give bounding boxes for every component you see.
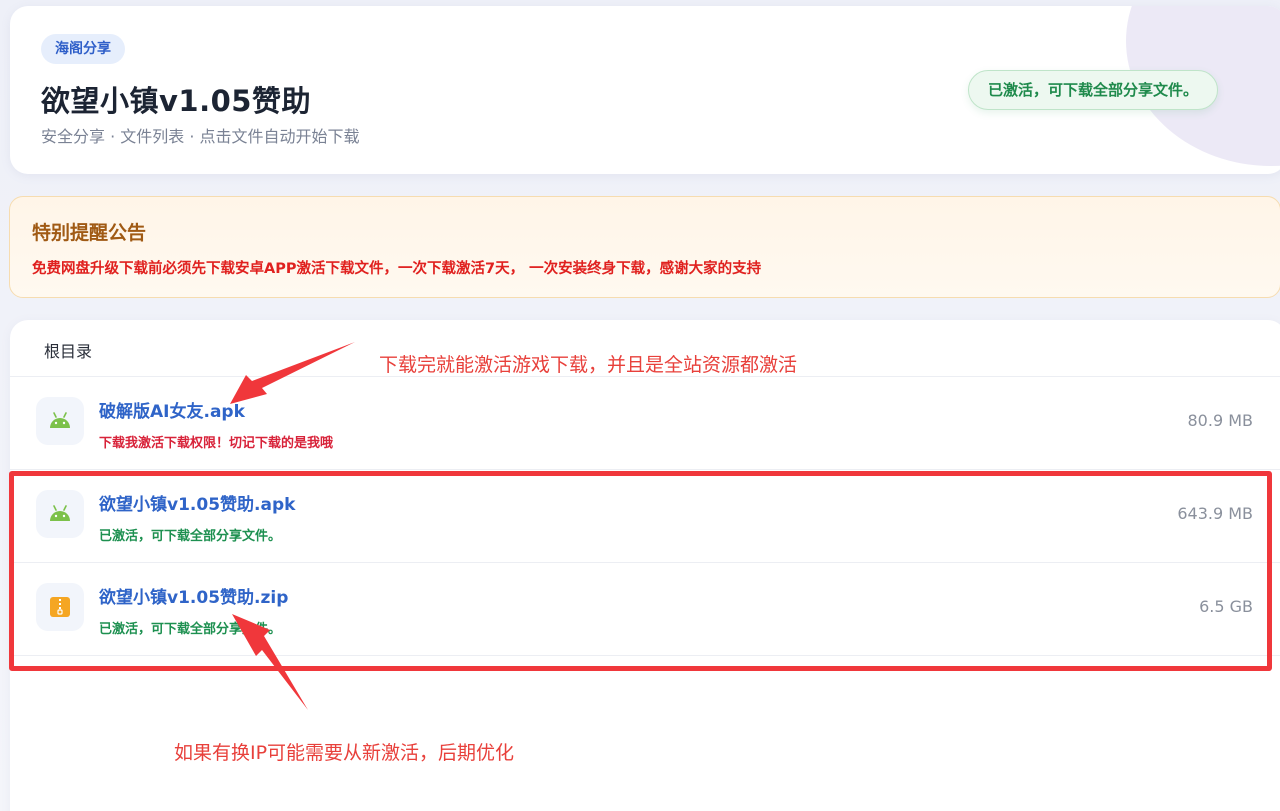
file-name-link[interactable]: 欲望小镇v1.05赞助.zip — [99, 583, 288, 608]
file-name-link[interactable]: 破解版AI女友.apk — [99, 397, 245, 422]
file-row[interactable]: 欲望小镇v1.05赞助.zip 已激活，可下载全部分享文件。 6.5 GB — [10, 563, 1280, 656]
page-title: 欲望小镇v1.05赞助 — [41, 84, 311, 118]
notice-card: 特别提醒公告 免费网盘升级下载前必须先下载安卓APP激活下载文件，一次下载激活7… — [9, 196, 1280, 298]
file-note: 下载我激活下载权限！切记下载的是我哦 — [99, 436, 334, 451]
brand-tag: 海阁分享 — [41, 34, 125, 64]
file-note: 已激活，可下载全部分享文件。 — [99, 529, 282, 544]
notice-title: 特别提醒公告 — [32, 222, 147, 244]
page-subtitle: 安全分享 · 文件列表 · 点击文件自动开始下载 — [41, 127, 360, 146]
android-icon — [36, 490, 84, 538]
file-row[interactable]: 欲望小镇v1.05赞助.apk 已激活，可下载全部分享文件。 643.9 MB — [10, 470, 1280, 563]
file-name-link[interactable]: 欲望小镇v1.05赞助.apk — [99, 490, 295, 515]
file-size: 643.9 MB — [1177, 504, 1253, 523]
file-row[interactable]: 破解版AI女友.apk 下载我激活下载权限！切记下载的是我哦 80.9 MB — [10, 377, 1280, 470]
annotation-bottom: 如果有换IP可能需要从新激活，后期优化 — [174, 742, 515, 764]
annotation-top: 下载完就能激活游戏下载，并且是全站资源都激活 — [379, 354, 798, 376]
breadcrumb-root[interactable]: 根目录 — [44, 338, 92, 362]
android-icon — [36, 397, 84, 445]
file-size: 80.9 MB — [1187, 411, 1254, 430]
zip-icon — [36, 583, 84, 631]
file-note: 已激活，可下载全部分享文件。 — [99, 622, 282, 637]
notice-text: 免费网盘升级下载前必须先下载安卓APP激活下载文件，一次下载激活7天， 一次安装… — [32, 261, 762, 277]
activation-status-badge: 已激活，可下载全部分享文件。 — [968, 70, 1219, 110]
header-card: 海阁分享 欲望小镇v1.05赞助 安全分享 · 文件列表 · 点击文件自动开始下… — [10, 6, 1280, 174]
file-size: 6.5 GB — [1199, 597, 1253, 616]
